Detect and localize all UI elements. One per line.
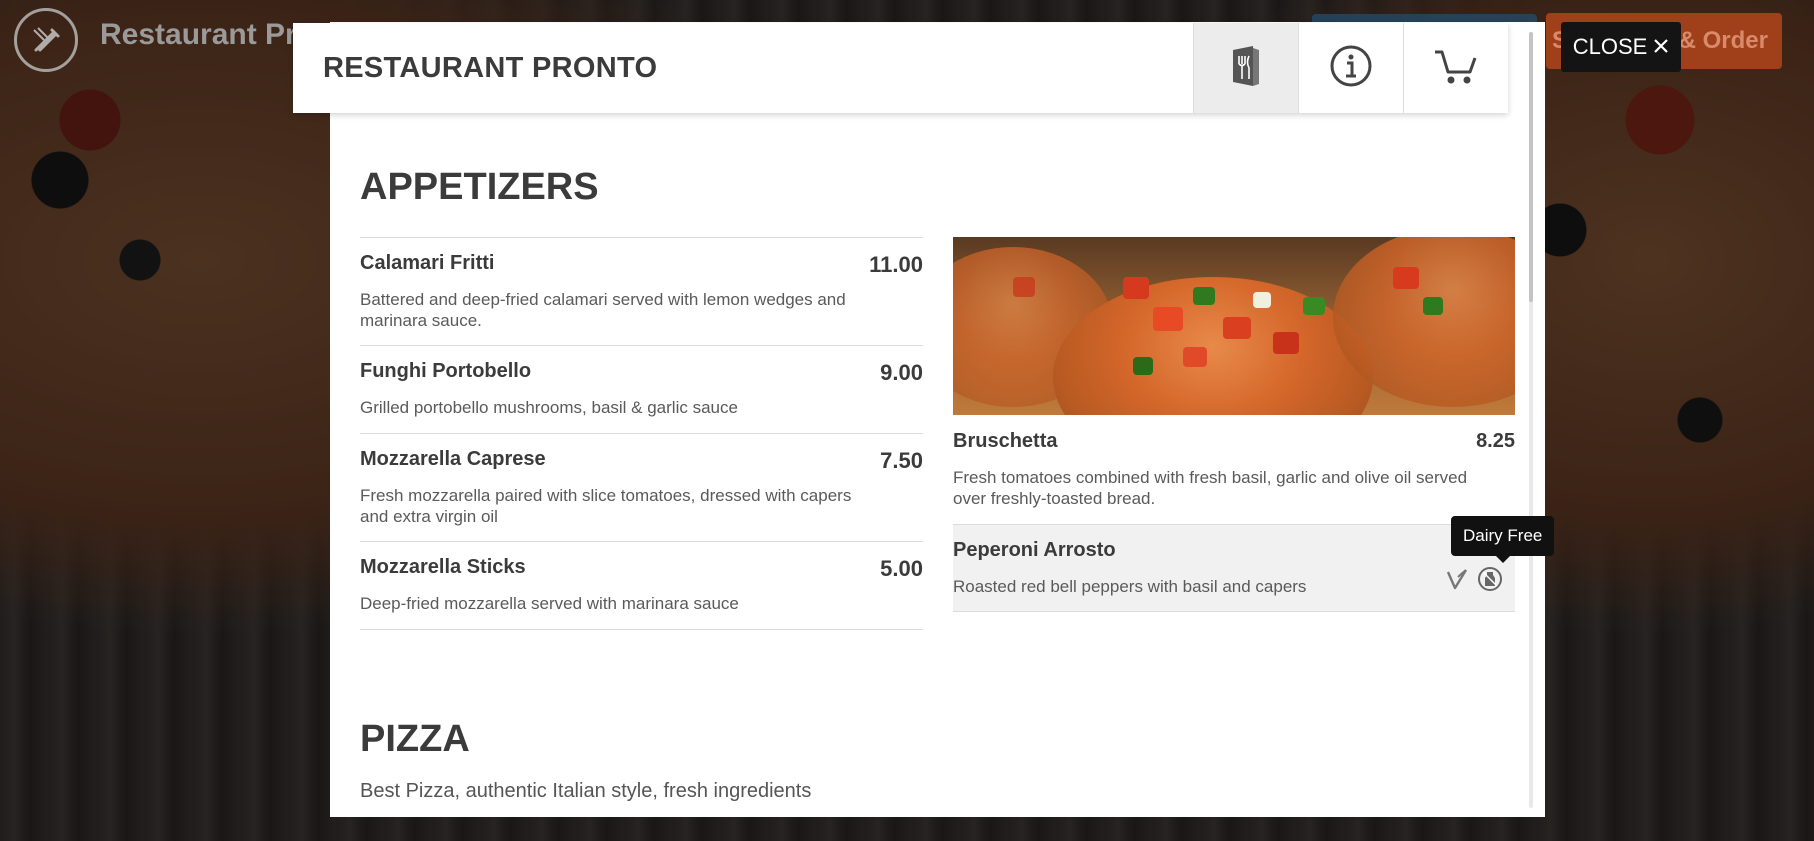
menu-modal [330,22,1545,817]
item-description: Roasted red bell peppers with basil and … [953,577,1307,596]
menu-item[interactable]: Mozzarella Caprese 7.50 Fresh mozzarella… [360,433,923,527]
close-label: CLOSE [1572,34,1648,59]
tab-cart[interactable] [1403,23,1508,113]
item-name: Mozzarella Caprese [360,448,546,470]
menu-item[interactable]: Bruschetta 8.25 Fresh tomatoes combined … [953,430,1515,522]
menu-icon [1229,44,1263,93]
item-description: Grilled portobello mushrooms, basil & ga… [360,398,738,417]
item-name: Funghi Portobello [360,360,532,382]
modal-header: RESTAURANT PRONTO [293,23,1508,113]
modal-title: RESTAURANT PRONTO [323,51,658,84]
menu-item[interactable]: Mozzarella Sticks 5.00 Deep-fried mozzar… [360,541,923,614]
item-name: Peperoni Arrosto [953,539,1116,561]
item-price: 11.00 [869,252,923,277]
close-icon [1653,34,1669,60]
section-description: Best Pizza, authentic Italian style, fre… [360,780,812,802]
dairy-free-icon[interactable] [1477,566,1503,597]
item-price: 5.00 [880,556,923,581]
list-divider [360,629,923,630]
site-logo-icon[interactable] [14,8,78,72]
diet-icons [1445,566,1503,597]
bruschetta-photo[interactable] [953,237,1515,415]
vegan-icon[interactable] [1445,567,1469,596]
menu-item[interactable]: Peperoni Arrosto Roasted red bell pepper… [953,524,1515,612]
menu-item[interactable]: Funghi Portobello 9.00 Grilled portobell… [360,345,923,418]
site-title: Restaurant Pr [100,18,297,51]
menu-item[interactable]: Calamari Fritti 11.00 Battered and deep-… [360,237,923,331]
tooltip: Dairy Free [1451,516,1555,563]
cart-icon [1433,46,1479,91]
item-price: 9.00 [880,360,923,385]
close-button[interactable]: CLOSE [1561,22,1681,72]
item-description: Fresh mozzarella paired with slice tomat… [360,486,852,526]
modal-scrollbar-thumb[interactable] [1529,32,1533,302]
tab-menu[interactable] [1193,23,1298,113]
item-name: Calamari Fritti [360,252,495,274]
item-description: Fresh tomatoes combined with fresh basil… [953,468,1468,508]
section-title-appetizers: APPETIZERS [360,166,599,208]
tab-info[interactable] [1298,23,1403,113]
item-price: 7.50 [880,448,923,473]
item-description: Deep-fried mozzarella served with marina… [360,594,739,613]
item-name: Mozzarella Sticks [360,556,526,578]
item-description: Battered and deep-fried calamari served … [360,290,846,330]
item-name: Bruschetta [953,430,1058,452]
item-price: 8.25 [1476,430,1515,452]
section-title-pizza: PIZZA [360,718,470,760]
info-icon [1329,44,1373,93]
